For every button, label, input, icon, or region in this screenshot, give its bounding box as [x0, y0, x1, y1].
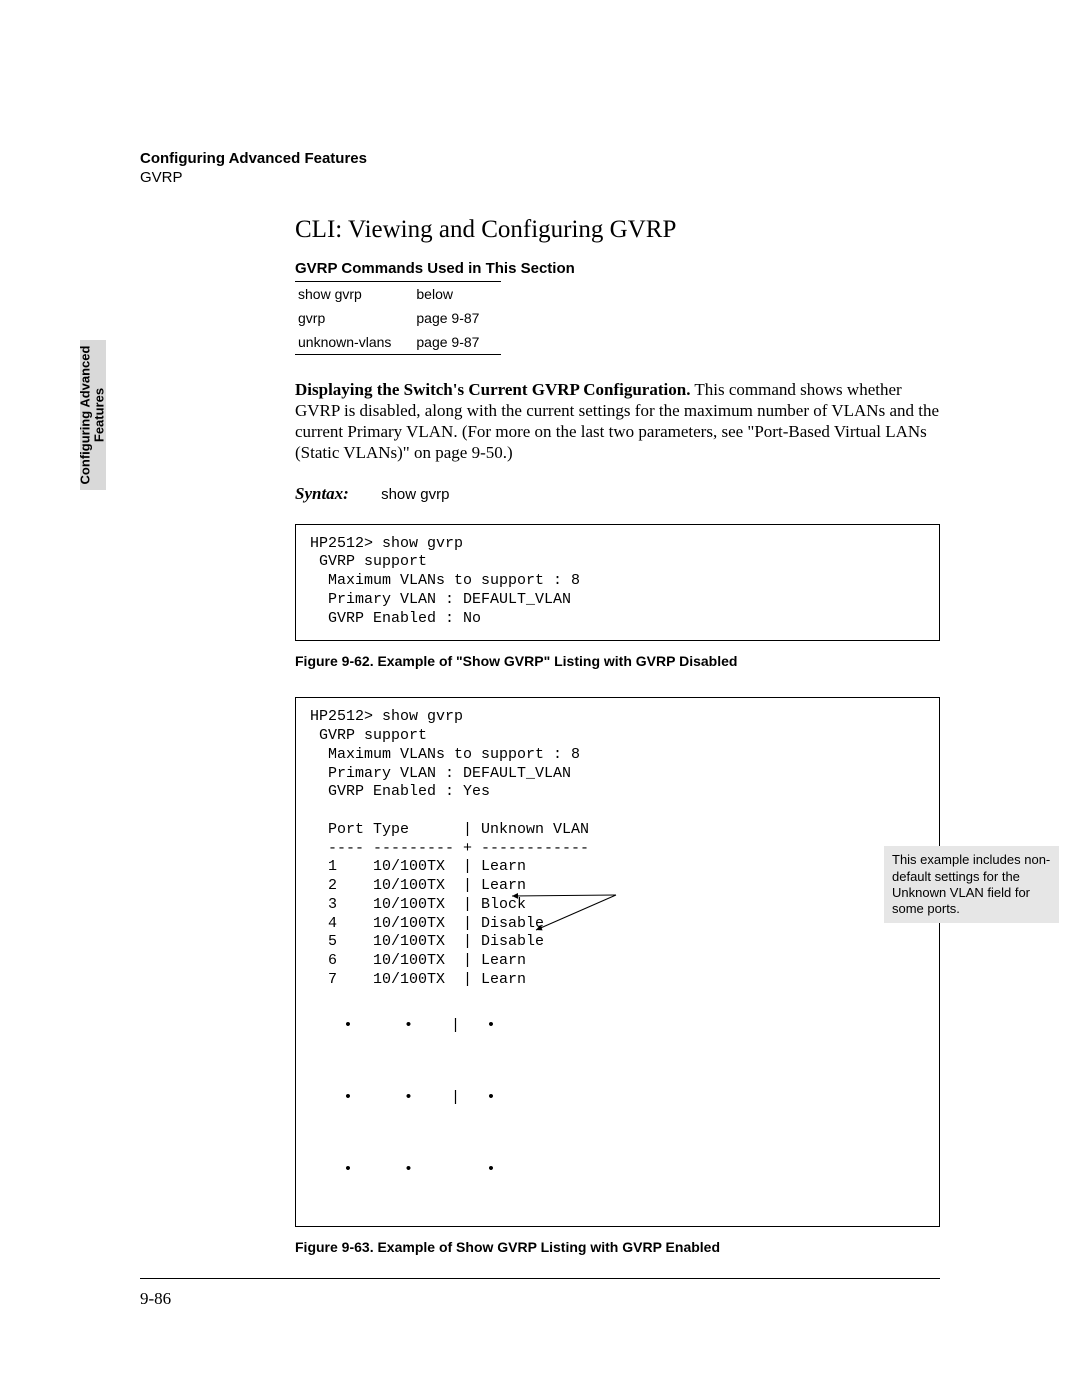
cli-output-enabled: HP2512> show gvrp GVRP support Maximum V…	[295, 697, 940, 1226]
syntax-label: Syntax:	[295, 484, 349, 503]
syntax-command: show gvrp	[381, 486, 449, 503]
table-row: show gvrp below	[295, 281, 501, 306]
main-content: CLI: Viewing and Configuring GVRP GVRP C…	[295, 216, 940, 1255]
callout-box: This example includes non-default settin…	[884, 846, 1059, 923]
page-number: 9-86	[140, 1289, 171, 1309]
footer-rule	[140, 1278, 940, 1279]
figure-caption-63: Figure 9-63. Example of Show GVRP Listin…	[295, 1239, 940, 1255]
side-tab-label: Configuring Advanced Features	[79, 346, 108, 485]
commands-table: show gvrp below gvrp page 9-87 unknown-v…	[295, 281, 501, 355]
body-paragraph: Displaying the Switch's Current GVRP Con…	[295, 379, 940, 464]
cli-output-disabled: HP2512> show gvrp GVRP support Maximum V…	[295, 524, 940, 642]
cli-ellipsis: ••|• ••|• •• •	[310, 990, 925, 1206]
figure-caption-62: Figure 9-62. Example of "Show GVRP" List…	[295, 653, 940, 669]
section-title: CLI: Viewing and Configuring GVRP	[295, 216, 940, 244]
cli-text: HP2512> show gvrp GVRP support Maximum V…	[310, 535, 925, 629]
page-header: Configuring Advanced Features GVRP	[140, 150, 940, 188]
callout-arrow-icon	[506, 890, 626, 950]
commands-subhead: GVRP Commands Used in This Section	[295, 260, 940, 277]
syntax-line: Syntax: show gvrp	[295, 484, 940, 504]
side-tab: Configuring Advanced Features	[80, 340, 106, 490]
header-chapter: Configuring Advanced Features	[140, 150, 940, 169]
table-row: gvrp page 9-87	[295, 306, 501, 330]
paragraph-runin: Displaying the Switch's Current GVRP Con…	[295, 380, 690, 399]
table-row: unknown-vlans page 9-87	[295, 330, 501, 355]
header-section: GVRP	[140, 169, 940, 188]
